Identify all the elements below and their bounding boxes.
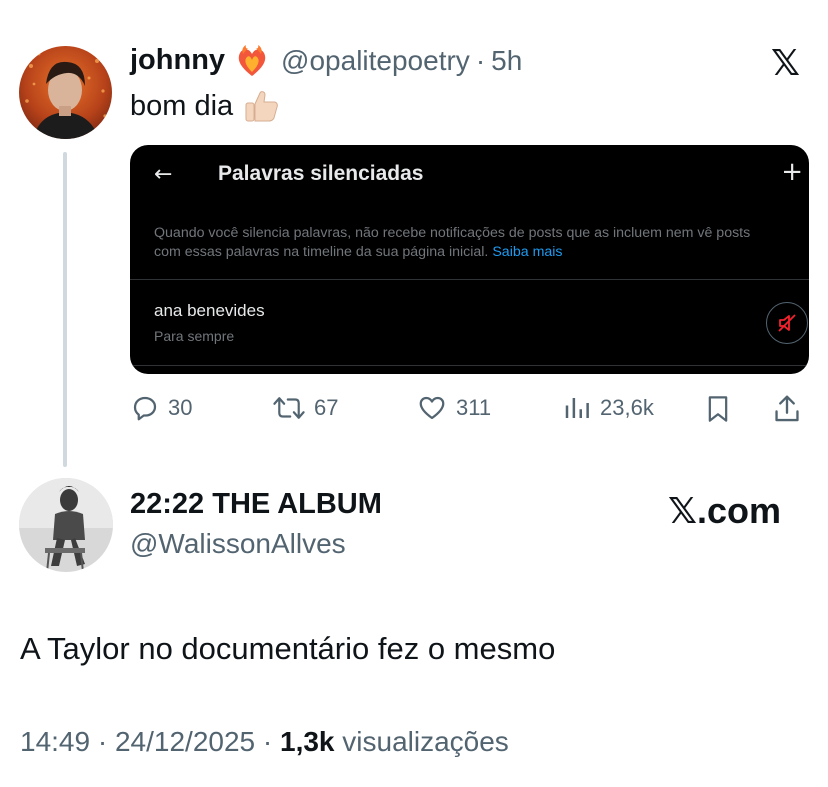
post-views-count: 1,3k	[280, 726, 335, 757]
x-brand-icon: 𝕏	[668, 491, 698, 532]
avatar-walissonallves[interactable]	[19, 478, 113, 572]
embed-divider	[130, 279, 809, 280]
reply-handle[interactable]: @WalissonAllves	[130, 528, 346, 560]
quoted-action-bar: 30 67 311 23,6k	[130, 393, 810, 427]
thumbs-up-icon	[243, 88, 279, 124]
repost-button[interactable]: 67	[272, 393, 338, 423]
reply-button[interactable]: 30	[130, 393, 192, 423]
views-chart-icon	[565, 398, 589, 418]
learn-more-link: Saiba mais	[492, 244, 563, 260]
bookmark-icon	[708, 396, 728, 422]
embed-title: Palavras silenciadas	[218, 162, 424, 185]
xcom-suffix: .com	[697, 490, 782, 531]
meta-separator-2: ·	[262, 726, 273, 757]
reply-display-name[interactable]: 22:22 THE ALBUM	[130, 488, 382, 521]
muted-duration: Para sempre	[154, 328, 235, 344]
like-button[interactable]: 311	[416, 393, 491, 423]
quoted-timestamp[interactable]: 5h	[491, 45, 522, 77]
post-date[interactable]: 24/12/2025	[115, 726, 255, 757]
meta-separator-1: ·	[97, 726, 108, 757]
post-time[interactable]: 14:49	[20, 726, 90, 757]
embed-description-line2: com essas palavras na timeline da sua pá…	[154, 244, 489, 260]
quoted-handle[interactable]: @opalitepoetry	[281, 45, 470, 77]
like-count: 311	[456, 395, 492, 420]
xcom-brand: 𝕏.com	[668, 490, 781, 532]
reply-count: 30	[168, 395, 193, 420]
x-logo-icon: 𝕏	[771, 43, 801, 84]
muted-speaker-icon	[766, 302, 808, 344]
reply-post-text: A Taylor no documentário fez o mesmo	[20, 631, 556, 666]
quoted-display-name[interactable]: johnny	[130, 44, 225, 77]
embedded-screenshot-card[interactable]: ← Palavras silenciadas + Quando você sil…	[130, 145, 809, 374]
heart-on-fire-icon	[235, 44, 269, 77]
header-separator: ·	[475, 44, 486, 76]
quoted-post-header: johnny @opalitepoetry · 5h	[130, 44, 522, 77]
post-metadata: 14:49 · 24/12/2025 · 1,3k visualizações	[20, 726, 509, 758]
back-arrow-icon: ←	[154, 162, 173, 187]
embed-description: Quando você silencia palavras, não receb…	[154, 224, 809, 262]
embed-divider-bottom	[130, 365, 809, 366]
embed-description-line1: Quando você silencia palavras, não receb…	[154, 225, 751, 241]
quoted-post-text: bom dia	[130, 88, 279, 124]
views-count: 23,6k	[600, 395, 654, 420]
add-icon: +	[781, 157, 803, 187]
post-views-label: visualizações	[342, 726, 509, 757]
repost-icon	[273, 397, 305, 419]
muted-word: ana benevides	[154, 301, 265, 320]
reply-icon	[133, 396, 157, 421]
bookmark-button[interactable]	[704, 393, 732, 425]
thread-connector-line	[63, 152, 67, 467]
quoted-text-body: bom dia	[130, 89, 234, 122]
avatar-opalitepoetry[interactable]	[19, 46, 112, 139]
heart-icon	[419, 396, 445, 420]
share-icon	[775, 395, 799, 422]
repost-count: 67	[314, 395, 339, 420]
share-button[interactable]	[772, 393, 802, 425]
views-button[interactable]: 23,6k	[562, 393, 654, 423]
